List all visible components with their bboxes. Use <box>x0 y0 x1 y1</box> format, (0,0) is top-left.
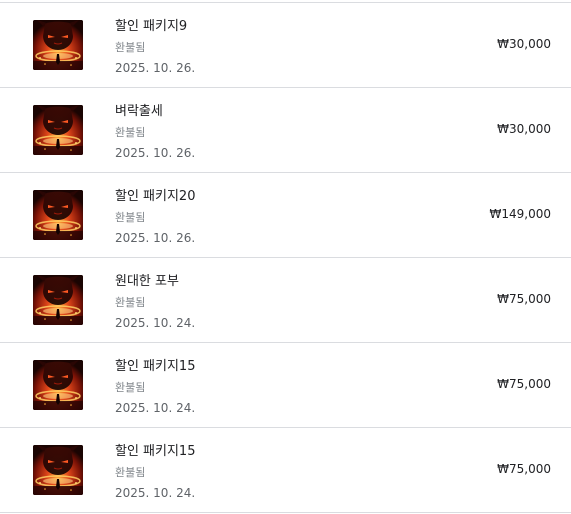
item-price: ₩75,000 <box>497 292 551 306</box>
item-title: 할인 패키지15 <box>115 444 196 459</box>
refund-status: 환불됨 <box>115 296 146 309</box>
item-price: ₩75,000 <box>497 377 551 391</box>
purchase-row[interactable]: 할인 패키지9 환불됨 2025. 10. 26. ₩30,000 <box>0 2 571 87</box>
game-art-thumbnail <box>33 445 83 495</box>
item-title: 할인 패키지20 <box>115 189 196 204</box>
item-price: ₩149,000 <box>489 207 552 221</box>
refund-status: 환불됨 <box>115 211 146 224</box>
game-art-thumbnail <box>33 275 83 325</box>
purchase-row[interactable]: 할인 패키지20 환불됨 2025. 10. 26. ₩149,000 <box>0 172 571 257</box>
item-title: 할인 패키지15 <box>115 359 196 374</box>
refund-status: 환불됨 <box>115 466 146 479</box>
game-art-thumbnail <box>33 360 83 410</box>
purchase-date: 2025. 10. 26. <box>115 146 196 160</box>
refund-status: 환불됨 <box>115 381 146 394</box>
purchase-row[interactable]: 할인 패키지15 환불됨 2025. 10. 24. ₩75,000 <box>0 342 571 427</box>
purchase-date: 2025. 10. 26. <box>115 61 196 75</box>
game-art-thumbnail <box>33 20 83 70</box>
purchase-date: 2025. 10. 24. <box>115 486 196 500</box>
game-art-thumbnail <box>33 105 83 155</box>
item-price: ₩30,000 <box>497 122 551 136</box>
purchase-row[interactable]: 원대한 포부 환불됨 2025. 10. 24. ₩75,000 <box>0 257 571 342</box>
purchase-date: 2025. 10. 24. <box>115 401 196 415</box>
item-title: 벼락출세 <box>115 104 163 119</box>
purchase-row[interactable]: 할인 패키지15 환불됨 2025. 10. 24. ₩75,000 <box>0 427 571 513</box>
refund-status: 환불됨 <box>115 41 146 54</box>
purchase-date: 2025. 10. 26. <box>115 231 196 245</box>
item-price: ₩75,000 <box>497 462 551 476</box>
item-title: 원대한 포부 <box>115 274 179 289</box>
item-price: ₩30,000 <box>497 37 551 51</box>
purchase-date: 2025. 10. 24. <box>115 316 196 330</box>
refund-status: 환불됨 <box>115 126 146 139</box>
item-title: 할인 패키지9 <box>115 19 188 34</box>
purchase-row[interactable]: 벼락출세 환불됨 2025. 10. 26. ₩30,000 <box>0 87 571 172</box>
game-art-thumbnail <box>33 190 83 240</box>
